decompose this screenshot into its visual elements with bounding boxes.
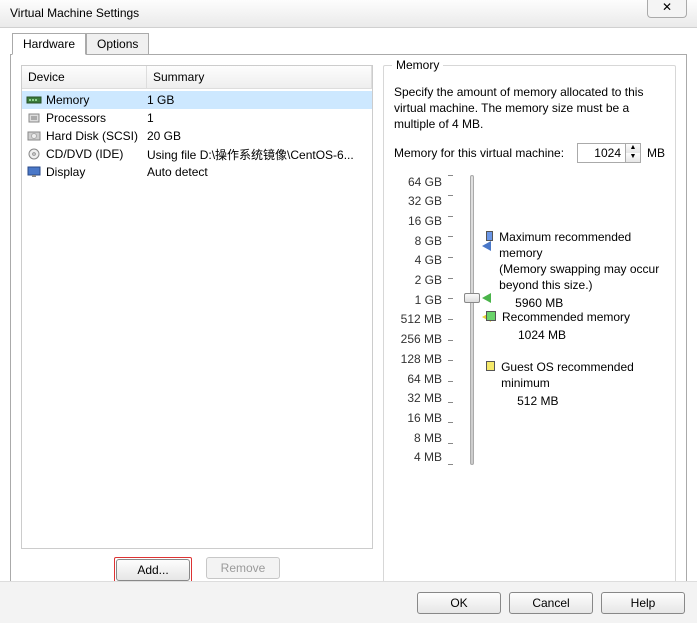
device-summary: 20 GB	[147, 129, 368, 143]
memory-input[interactable]	[577, 143, 625, 163]
memory-spinner[interactable]: ▲▼	[577, 143, 641, 163]
device-label: Hard Disk (SCSI)	[46, 129, 138, 143]
spin-down-icon[interactable]: ▼	[626, 153, 640, 162]
table-row[interactable]: Memory 1 GB	[22, 91, 372, 109]
device-label: CD/DVD (IDE)	[46, 147, 123, 161]
disk-icon	[26, 130, 42, 142]
ok-button[interactable]: OK	[417, 592, 501, 614]
tab-hardware[interactable]: Hardware	[12, 33, 86, 55]
device-summary: 1	[147, 111, 368, 125]
memory-label: Memory for this virtual machine:	[394, 146, 571, 160]
slider-thumb[interactable]	[464, 293, 480, 303]
legend-max: Maximum recommended memory (Memory swapp…	[486, 229, 665, 312]
device-table: Device Summary Memory 1 GB Processors 1 …	[21, 65, 373, 549]
table-row[interactable]: Processors 1	[22, 109, 372, 127]
cd-icon	[26, 148, 42, 160]
spin-up-icon[interactable]: ▲	[626, 144, 640, 153]
device-label: Processors	[46, 111, 106, 125]
device-summary: 1 GB	[147, 93, 368, 107]
square-blue-icon	[486, 231, 493, 241]
slider-tick-labels: 64 GB32 GB16 GB8 GB4 GB2 GB1 GB512 MB256…	[394, 175, 442, 465]
memory-slider[interactable]	[462, 175, 480, 465]
device-summary: Using file D:\操作系统镜像\CentOS-6...	[147, 146, 368, 163]
memory-unit: MB	[647, 146, 665, 160]
table-row[interactable]: Hard Disk (SCSI) 20 GB	[22, 127, 372, 145]
header-summary[interactable]: Summary	[147, 66, 372, 88]
legend-rec: Recommended memory 1024 MB	[486, 309, 630, 343]
add-button[interactable]: Add...	[116, 559, 190, 581]
square-green-icon	[486, 311, 496, 321]
cpu-icon	[26, 112, 42, 124]
display-icon	[26, 166, 42, 178]
device-label: Memory	[46, 93, 89, 107]
legend-min: Guest OS recommended minimum 512 MB	[486, 359, 665, 410]
square-yellow-icon	[486, 361, 495, 371]
memory-group: Memory Specify the amount of memory allo…	[383, 65, 676, 583]
device-label: Display	[46, 165, 85, 179]
device-summary: Auto detect	[147, 165, 368, 179]
memory-description: Specify the amount of memory allocated t…	[394, 84, 665, 133]
cancel-button[interactable]: Cancel	[509, 592, 593, 614]
help-button[interactable]: Help	[601, 592, 685, 614]
add-highlight: Add...	[114, 557, 192, 583]
table-row[interactable]: Display Auto detect	[22, 163, 372, 181]
close-button[interactable]: ✕	[647, 0, 687, 18]
table-row[interactable]: CD/DVD (IDE) Using file D:\操作系统镜像\CentOS…	[22, 145, 372, 163]
tab-options[interactable]: Options	[86, 33, 149, 55]
remove-button: Remove	[206, 557, 280, 579]
group-title: Memory	[392, 58, 443, 72]
window-title: Virtual Machine Settings	[0, 0, 697, 28]
memory-icon	[26, 94, 42, 106]
slider-tickmarks	[448, 175, 456, 465]
header-device[interactable]: Device	[22, 66, 147, 88]
